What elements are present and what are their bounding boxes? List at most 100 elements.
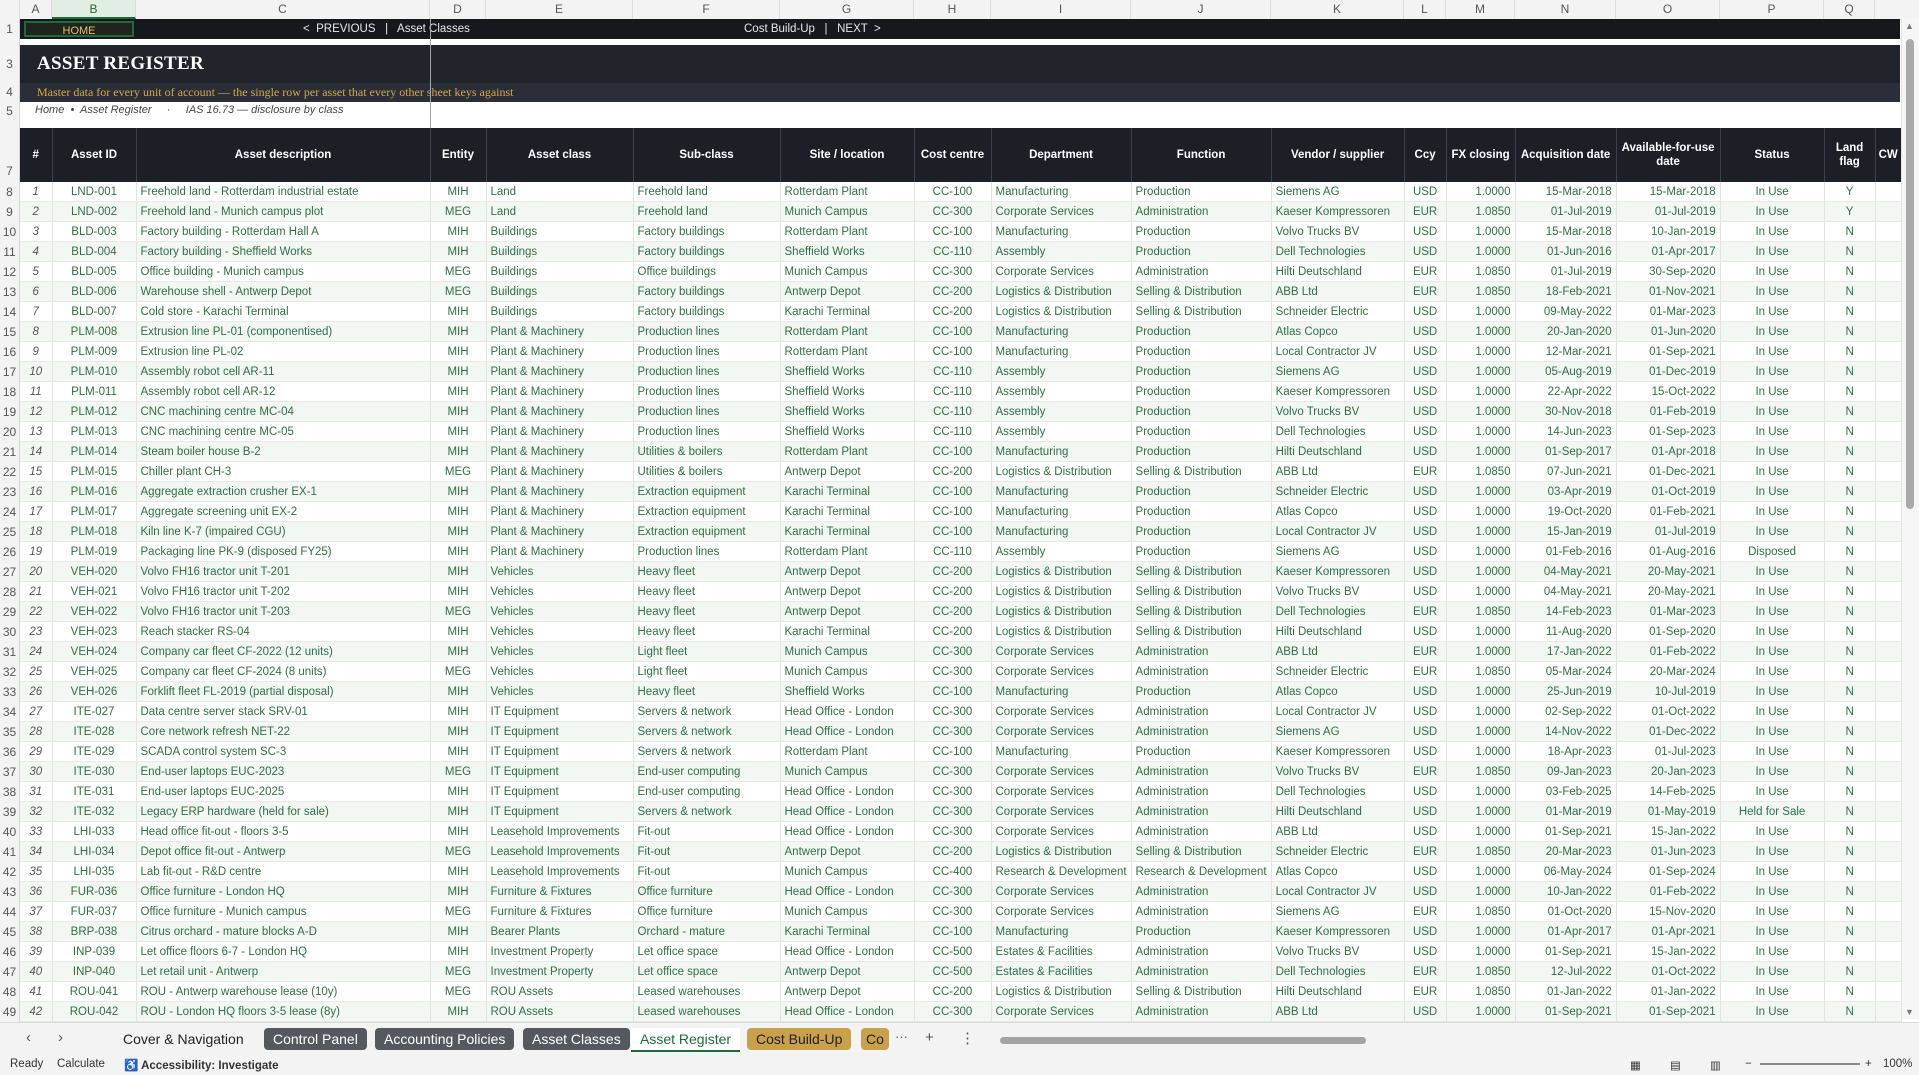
- table-cell[interactable]: Head Office - London: [780, 801, 915, 822]
- table-cell[interactable]: VEH-024: [52, 641, 137, 662]
- table-cell[interactable]: Steam boiler house B-2: [136, 441, 431, 462]
- table-cell[interactable]: Fit-out: [633, 841, 781, 862]
- table-cell[interactable]: 1.0000: [1446, 421, 1516, 442]
- table-cell[interactable]: ITE-031: [52, 781, 137, 802]
- table-cell[interactable]: 04-May-2021: [1515, 561, 1617, 582]
- table-cell[interactable]: 19-Oct-2020: [1515, 501, 1617, 522]
- row-header[interactable]: 6: [0, 120, 20, 128]
- next-link[interactable]: Cost Build-Up | NEXT >: [744, 19, 881, 39]
- table-cell[interactable]: ABB Ltd: [1271, 821, 1405, 842]
- table-cell[interactable]: MIH: [430, 681, 487, 702]
- table-cell[interactable]: End-user computing: [633, 761, 781, 782]
- table-cell[interactable]: 6: [20, 281, 53, 302]
- table-cell[interactable]: In Use: [1720, 661, 1825, 682]
- table-cell[interactable]: In Use: [1720, 401, 1825, 422]
- table-cell[interactable]: 01-Aug-2016: [1616, 541, 1721, 562]
- table-cell[interactable]: Selling & Distribution: [1131, 561, 1272, 582]
- table-cell[interactable]: CC-100: [914, 321, 992, 342]
- table-cell[interactable]: Land: [486, 182, 634, 202]
- table-cell[interactable]: 24: [20, 641, 53, 662]
- table-cell[interactable]: Logistics & Distribution: [991, 561, 1132, 582]
- table-cell[interactable]: In Use: [1720, 741, 1825, 762]
- row-header[interactable]: 48: [0, 982, 20, 1002]
- row-header[interactable]: 24: [0, 502, 20, 522]
- table-cell[interactable]: CC-300: [914, 821, 992, 842]
- table-cell[interactable]: Volvo Trucks BV: [1271, 581, 1405, 602]
- table-cell[interactable]: Corporate Services: [991, 761, 1132, 782]
- table-cell[interactable]: Packaging line PK-9 (disposed FY25): [136, 541, 431, 562]
- table-cell[interactable]: Disposed: [1720, 541, 1825, 562]
- table-cell[interactable]: Atlas Copco: [1271, 861, 1405, 882]
- table-cell[interactable]: EUR: [1404, 641, 1447, 662]
- column-header-k[interactable]: K: [1271, 0, 1404, 19]
- table-cell[interactable]: In Use: [1720, 501, 1825, 522]
- table-cell[interactable]: MIH: [430, 821, 487, 842]
- table-cell[interactable]: CC-200: [914, 581, 992, 602]
- table-cell[interactable]: In Use: [1720, 241, 1825, 262]
- table-cell[interactable]: 36: [20, 881, 53, 902]
- table-cell[interactable]: Production: [1131, 381, 1272, 402]
- table-cell[interactable]: 04-May-2021: [1515, 581, 1617, 602]
- table-cell[interactable]: 1.0000: [1446, 641, 1516, 662]
- column-header-e[interactable]: E: [486, 0, 633, 19]
- table-cell[interactable]: ITE-032: [52, 801, 137, 822]
- table-cell[interactable]: USD: [1404, 701, 1447, 722]
- table-cell[interactable]: MIH: [430, 501, 487, 522]
- table-cell[interactable]: [1875, 461, 1902, 482]
- table-cell[interactable]: MIH: [430, 241, 487, 262]
- table-cell[interactable]: In Use: [1720, 481, 1825, 502]
- table-cell[interactable]: Dell Technologies: [1271, 961, 1405, 982]
- table-cell[interactable]: [1875, 421, 1902, 442]
- table-cell[interactable]: N: [1824, 781, 1876, 802]
- table-cell[interactable]: MEG: [430, 981, 487, 1002]
- table-cell[interactable]: In Use: [1720, 701, 1825, 722]
- column-header-d[interactable]: D: [430, 0, 486, 19]
- table-cell[interactable]: 01-Dec-2022: [1616, 721, 1721, 742]
- row-header[interactable]: 34: [0, 702, 20, 722]
- table-cell[interactable]: Forklift fleet FL-2019 (partial disposal…: [136, 681, 431, 702]
- table-cell[interactable]: Leased warehouses: [633, 1001, 781, 1022]
- table-cell[interactable]: BLD-003: [52, 221, 137, 242]
- table-cell[interactable]: 35: [20, 861, 53, 882]
- table-cell[interactable]: Local Contractor JV: [1271, 521, 1405, 542]
- table-cell[interactable]: 30: [20, 761, 53, 782]
- table-cell[interactable]: Administration: [1131, 261, 1272, 282]
- table-cell[interactable]: Production lines: [633, 401, 781, 422]
- row-header[interactable]: 16: [0, 342, 20, 362]
- table-cell[interactable]: MIH: [430, 941, 487, 962]
- table-cell[interactable]: Volvo FH16 tractor unit T-201: [136, 561, 431, 582]
- table-cell[interactable]: 01-Dec-2019: [1616, 361, 1721, 382]
- row-header[interactable]: 8: [0, 182, 20, 202]
- table-cell[interactable]: N: [1824, 561, 1876, 582]
- table-cell[interactable]: Office buildings: [633, 261, 781, 282]
- table-cell[interactable]: 2: [20, 201, 53, 222]
- table-cell[interactable]: 37: [20, 901, 53, 922]
- table-cell[interactable]: Logistics & Distribution: [991, 301, 1132, 322]
- table-cell[interactable]: CC-300: [914, 1001, 992, 1022]
- table-cell[interactable]: Rotterdam Plant: [780, 182, 915, 202]
- table-cell[interactable]: Fit-out: [633, 821, 781, 842]
- table-cell[interactable]: 1.0000: [1446, 341, 1516, 362]
- table-cell[interactable]: CC-500: [914, 941, 992, 962]
- table-cell[interactable]: MIH: [430, 341, 487, 362]
- table-cell[interactable]: Hilti Deutschland: [1271, 441, 1405, 462]
- row-header[interactable]: 35: [0, 722, 20, 742]
- tab-cover-navigation[interactable]: Cover & Navigation: [114, 1028, 253, 1050]
- table-cell[interactable]: N: [1824, 321, 1876, 342]
- table-cell[interactable]: [1875, 641, 1902, 662]
- table-cell[interactable]: Corporate Services: [991, 781, 1132, 802]
- table-cell[interactable]: CC-100: [914, 182, 992, 202]
- table-cell[interactable]: USD: [1404, 401, 1447, 422]
- table-cell[interactable]: 01-Jan-2022: [1616, 981, 1721, 1002]
- table-cell[interactable]: Manufacturing: [991, 501, 1132, 522]
- table-cell[interactable]: EUR: [1404, 661, 1447, 682]
- table-cell[interactable]: 02-Sep-2022: [1515, 701, 1617, 722]
- table-cell[interactable]: CC-300: [914, 661, 992, 682]
- table-cell[interactable]: USD: [1404, 301, 1447, 322]
- table-cell[interactable]: Heavy fleet: [633, 581, 781, 602]
- table-cell[interactable]: Production: [1131, 321, 1272, 342]
- table-cell[interactable]: EUR: [1404, 841, 1447, 862]
- table-cell[interactable]: 15-Mar-2018: [1515, 182, 1617, 202]
- table-cell[interactable]: In Use: [1720, 341, 1825, 362]
- table-cell[interactable]: Dell Technologies: [1271, 781, 1405, 802]
